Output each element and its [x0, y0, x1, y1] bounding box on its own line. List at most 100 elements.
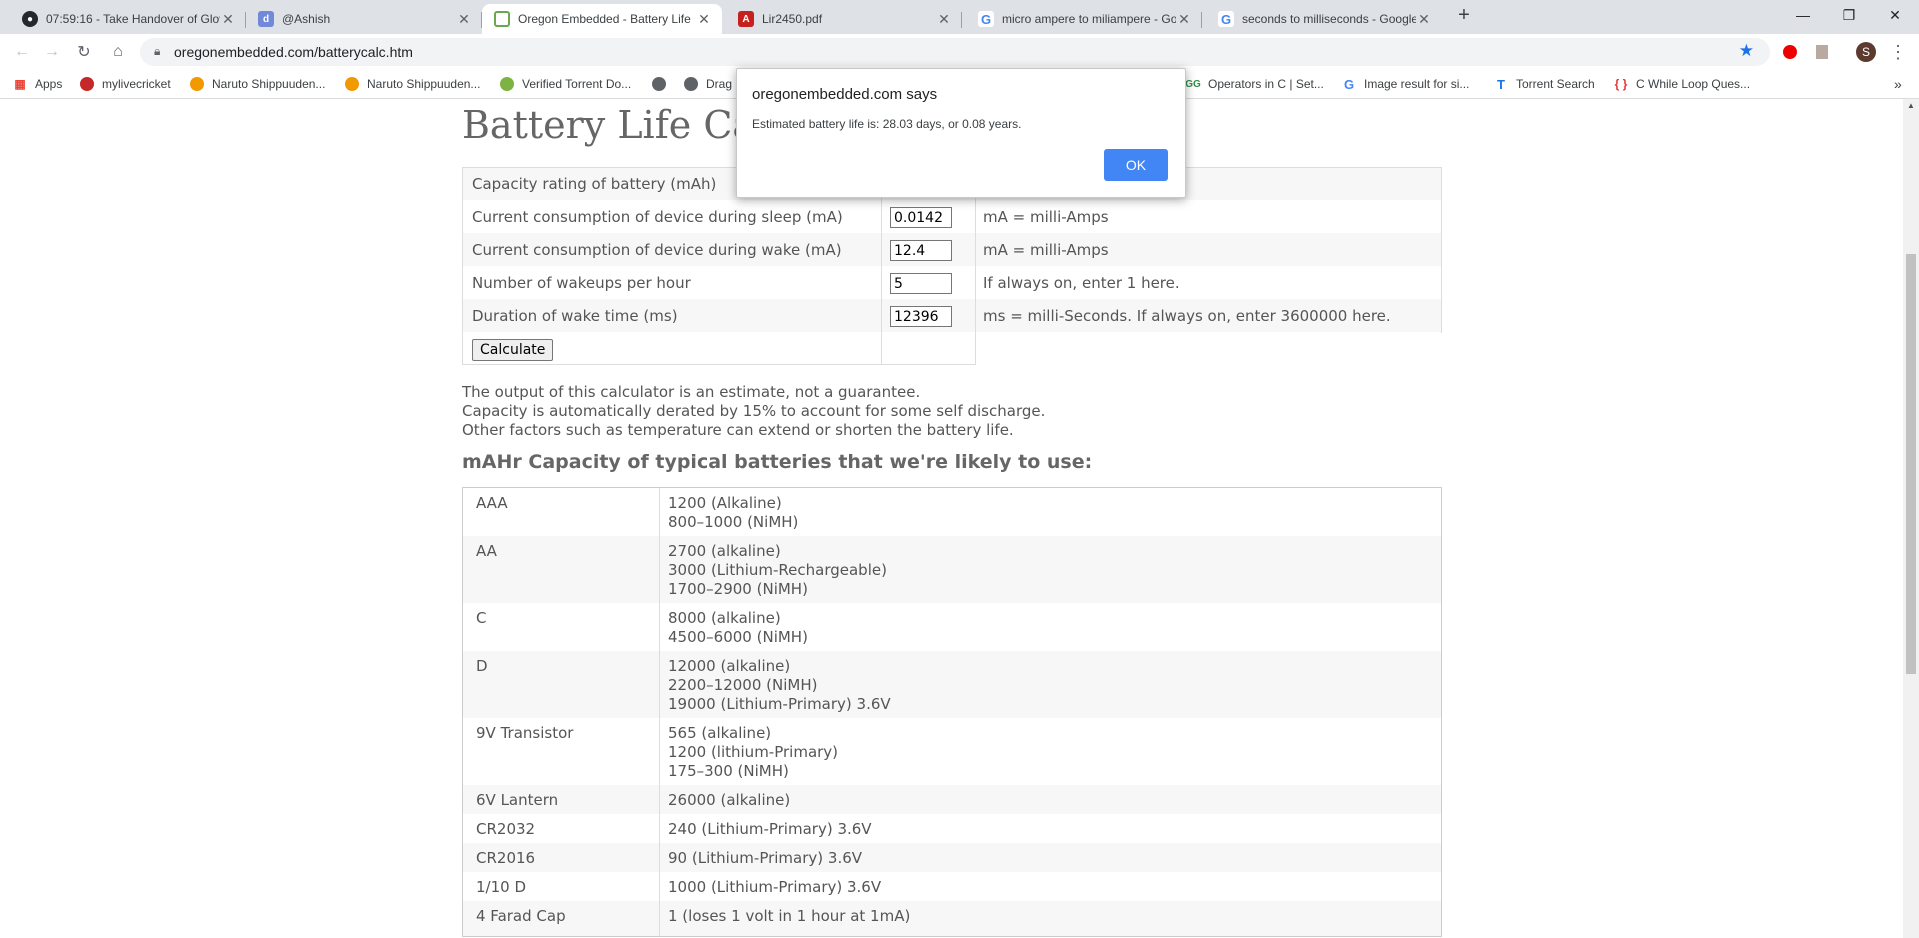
page-scrollbar[interactable]: ▲	[1903, 99, 1919, 938]
bookmark-star-icon[interactable]: ★	[1739, 41, 1754, 61]
tab-discord[interactable]: d @Ashish ✕	[246, 4, 482, 34]
battery-capacity: 8000 (alkaline) 4500–6000 (NiMH)	[668, 609, 808, 646]
battery-type: 1/10 D	[476, 878, 527, 896]
dialog-title: oregonembedded.com says	[752, 86, 938, 103]
google-icon: G	[1343, 76, 1355, 92]
lock-icon: 🔒︎	[154, 44, 161, 58]
wake-current-input[interactable]	[890, 240, 952, 261]
profile-avatar[interactable]: S	[1852, 38, 1880, 66]
close-icon[interactable]: ✕	[1176, 11, 1192, 28]
bookmark-verified-torrent[interactable]: Verified Torrent Do...	[500, 75, 631, 93]
note-factors: Other factors such as temperature can ex…	[462, 421, 1014, 439]
column-divider	[659, 488, 660, 936]
battery-type: D	[476, 657, 488, 675]
tab-github[interactable]: ● 07:59:16 - Take Handover of Glov ✕	[10, 4, 246, 34]
menu-kebab-icon[interactable]: ⋮	[1884, 38, 1912, 66]
brace-icon: { }	[1614, 77, 1628, 91]
wake-duration-input[interactable]	[890, 306, 952, 327]
bookmark-torrent-search[interactable]: T Torrent Search	[1494, 75, 1595, 93]
battery-type: AA	[476, 542, 497, 560]
wake-duration-unit: ms = milli-Seconds. If always on, enter …	[983, 307, 1391, 325]
reload-button[interactable]: ↻	[70, 38, 98, 66]
sleep-current-unit: mA = milli-Amps	[983, 208, 1109, 226]
apps-grid-icon: ▦	[14, 77, 26, 91]
table-row: C 8000 (alkaline) 4500–6000 (NiMH)	[463, 603, 1441, 651]
chip-icon	[494, 11, 510, 27]
battery-capacity-table: AAA 1200 (Alkaline) 800–1000 (NiMH) AA 2…	[462, 487, 1442, 937]
scrollbar-thumb[interactable]	[1906, 254, 1916, 674]
bookmark-label: Operators in C | Set...	[1208, 77, 1324, 91]
extension-opera-icon[interactable]	[1776, 38, 1804, 66]
bookmark-label: Naruto Shippuuden...	[367, 77, 481, 91]
close-icon[interactable]: ✕	[1416, 11, 1432, 28]
bookmark-c-while-loop[interactable]: { } C While Loop Ques...	[1614, 75, 1750, 93]
tab-title: 07:59:16 - Take Handover of Glov	[46, 12, 220, 26]
close-icon[interactable]: ✕	[696, 11, 712, 28]
bookmark-naruto-2[interactable]: Naruto Shippuuden...	[345, 75, 480, 93]
globe-icon	[684, 77, 698, 91]
ok-button[interactable]: OK	[1104, 149, 1168, 181]
bookmark-naruto-1[interactable]: Naruto Shippuuden...	[190, 75, 325, 93]
tab-pdf[interactable]: A Lir2450.pdf ✕	[726, 4, 962, 34]
bookmarks-overflow-button[interactable]: »	[1894, 75, 1902, 93]
battery-capacity: 1 (loses 1 volt in 1 hour at 1mA)	[668, 907, 911, 925]
sleep-current-input[interactable]	[890, 207, 952, 228]
tab-google-ampere[interactable]: G micro ampere to miliampere - Go ✕	[966, 4, 1202, 34]
minimize-button[interactable]: —	[1780, 0, 1826, 30]
cricket-ball-icon	[80, 77, 94, 91]
calculate-button[interactable]: Calculate	[472, 339, 554, 361]
bookmark-label: Naruto Shippuuden...	[212, 77, 326, 91]
scroll-up-icon[interactable]: ▲	[1907, 101, 1915, 110]
browser-toolbar: ← → ↻ ⌂ 🔒︎ oregonembedded.com/batterycal…	[0, 34, 1919, 70]
home-button[interactable]: ⌂	[104, 38, 132, 66]
naruto-icon	[190, 77, 204, 91]
globe-icon	[652, 77, 666, 91]
wakeups-input[interactable]	[890, 273, 952, 294]
close-window-button[interactable]: ✕	[1872, 0, 1918, 30]
sleep-current-label: Current consumption of device during sle…	[472, 208, 843, 226]
bookmark-globe[interactable]	[652, 75, 674, 93]
close-icon[interactable]: ✕	[936, 11, 952, 28]
new-tab-button[interactable]: +	[1444, 0, 1484, 30]
wakeups-unit: If always on, enter 1 here.	[983, 274, 1180, 292]
battery-capacity: 12000 (alkaline) 2200–12000 (NiMH) 19000…	[668, 657, 891, 713]
tab-title: micro ampere to miliampere - Go	[1002, 12, 1176, 26]
battery-capacity: 2700 (alkaline) 3000 (Lithium-Rechargeab…	[668, 542, 887, 598]
bookmark-apps[interactable]: ▦ Apps	[13, 75, 62, 93]
page-viewport: Battery Life Calc Capacity rating of bat…	[0, 99, 1903, 938]
url-text: oregonembedded.com/batterycalc.htm	[174, 44, 413, 60]
bookmark-label: Verified Torrent Do...	[522, 77, 632, 91]
back-button[interactable]: ←	[8, 38, 36, 66]
wake-duration-label: Duration of wake time (ms)	[472, 307, 678, 325]
battery-type: AAA	[476, 494, 508, 512]
tab-title: Lir2450.pdf	[762, 12, 823, 26]
bookmark-drag[interactable]: Drag	[684, 75, 732, 93]
battery-type: CR2016	[476, 849, 536, 867]
extension-pdf-icon[interactable]	[1808, 38, 1836, 66]
close-icon[interactable]: ✕	[220, 11, 236, 28]
github-icon: ●	[22, 11, 38, 27]
table-row: D 12000 (alkaline) 2200–12000 (NiMH) 190…	[463, 651, 1441, 718]
battery-capacity: 1000 (Lithium-Primary) 3.6V	[668, 878, 882, 896]
tab-google-seconds[interactable]: G seconds to milliseconds - Google ✕	[1206, 4, 1442, 34]
address-bar[interactable]: 🔒︎ oregonembedded.com/batterycalc.htm ★	[140, 38, 1770, 66]
bookmark-image-result[interactable]: G Image result for si...	[1342, 75, 1469, 93]
tab-title: Oregon Embedded - Battery Life	[518, 12, 691, 26]
table-row: 4 Farad Cap 1 (loses 1 volt in 1 hour at…	[463, 901, 1441, 936]
geeksforgeeks-icon: GG	[1185, 78, 1201, 90]
battery-type: CR2032	[476, 820, 536, 838]
tab-oregon-embedded[interactable]: Oregon Embedded - Battery Life ✕	[482, 4, 722, 34]
bookmark-mylivecricket[interactable]: mylivecricket	[80, 75, 171, 93]
note-estimate: The output of this calculator is an esti…	[462, 383, 921, 401]
table-row: 6V Lantern 26000 (alkaline)	[463, 785, 1441, 814]
battery-capacity: 90 (Lithium-Primary) 3.6V	[668, 849, 863, 867]
avatar: S	[1856, 42, 1876, 62]
close-icon[interactable]: ✕	[456, 11, 472, 28]
torrent-icon	[500, 77, 514, 91]
wakeups-label: Number of wakeups per hour	[472, 274, 691, 292]
battery-type: 4 Farad Cap	[476, 907, 566, 925]
forward-button[interactable]: →	[38, 38, 66, 66]
bookmark-label: C While Loop Ques...	[1636, 77, 1751, 91]
bookmark-operators-c[interactable]: GG Operators in C | Set...	[1185, 75, 1324, 93]
restore-button[interactable]: ❐	[1826, 0, 1872, 30]
